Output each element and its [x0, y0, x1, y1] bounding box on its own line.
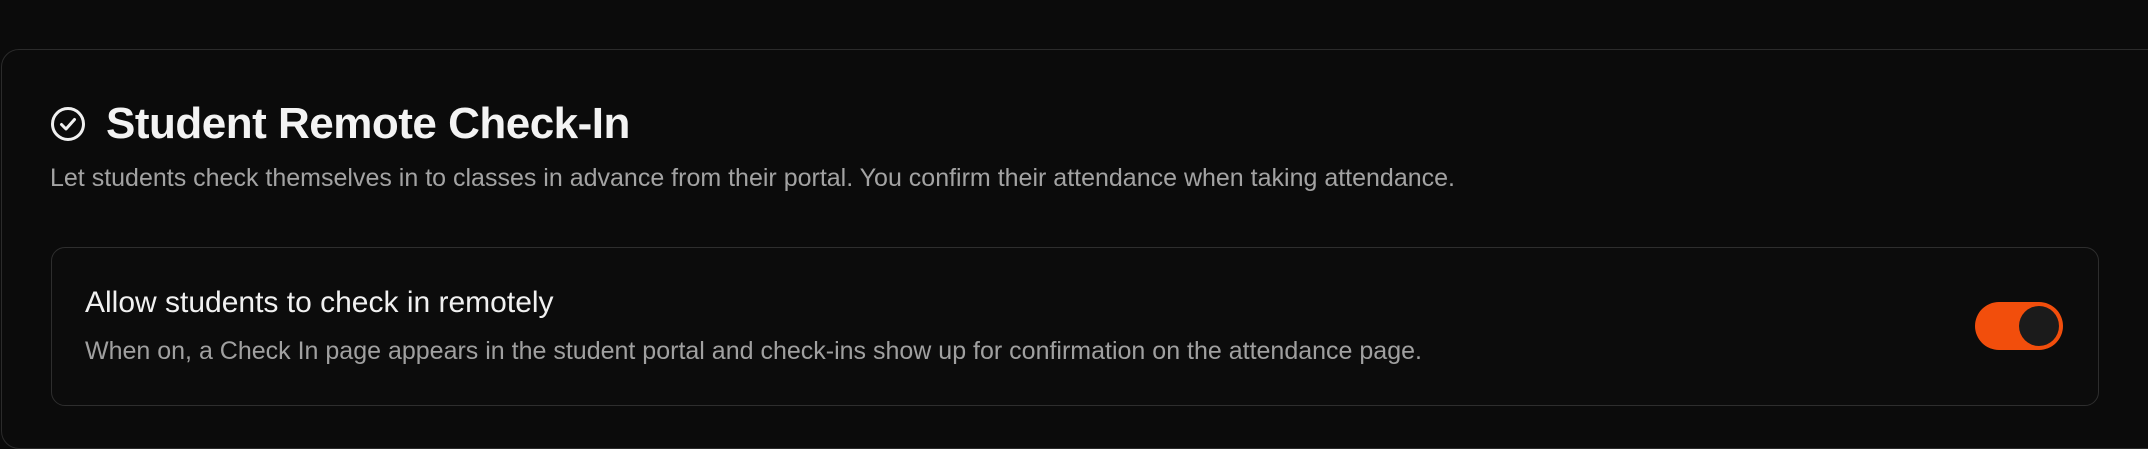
- section-description: Let students check themselves in to clas…: [50, 164, 1455, 192]
- section-header: Student Remote Check-In: [50, 100, 630, 148]
- remote-checkin-setting: Allow students to check in remotely When…: [51, 247, 2099, 406]
- setting-help-text: When on, a Check In page appears in the …: [85, 337, 1422, 365]
- check-circle-icon: [51, 107, 85, 141]
- setting-label: Allow students to check in remotely: [85, 286, 554, 319]
- remote-checkin-toggle[interactable]: [1975, 302, 2063, 350]
- section-title: Student Remote Check-In: [106, 99, 630, 148]
- toggle-knob: [2019, 306, 2059, 346]
